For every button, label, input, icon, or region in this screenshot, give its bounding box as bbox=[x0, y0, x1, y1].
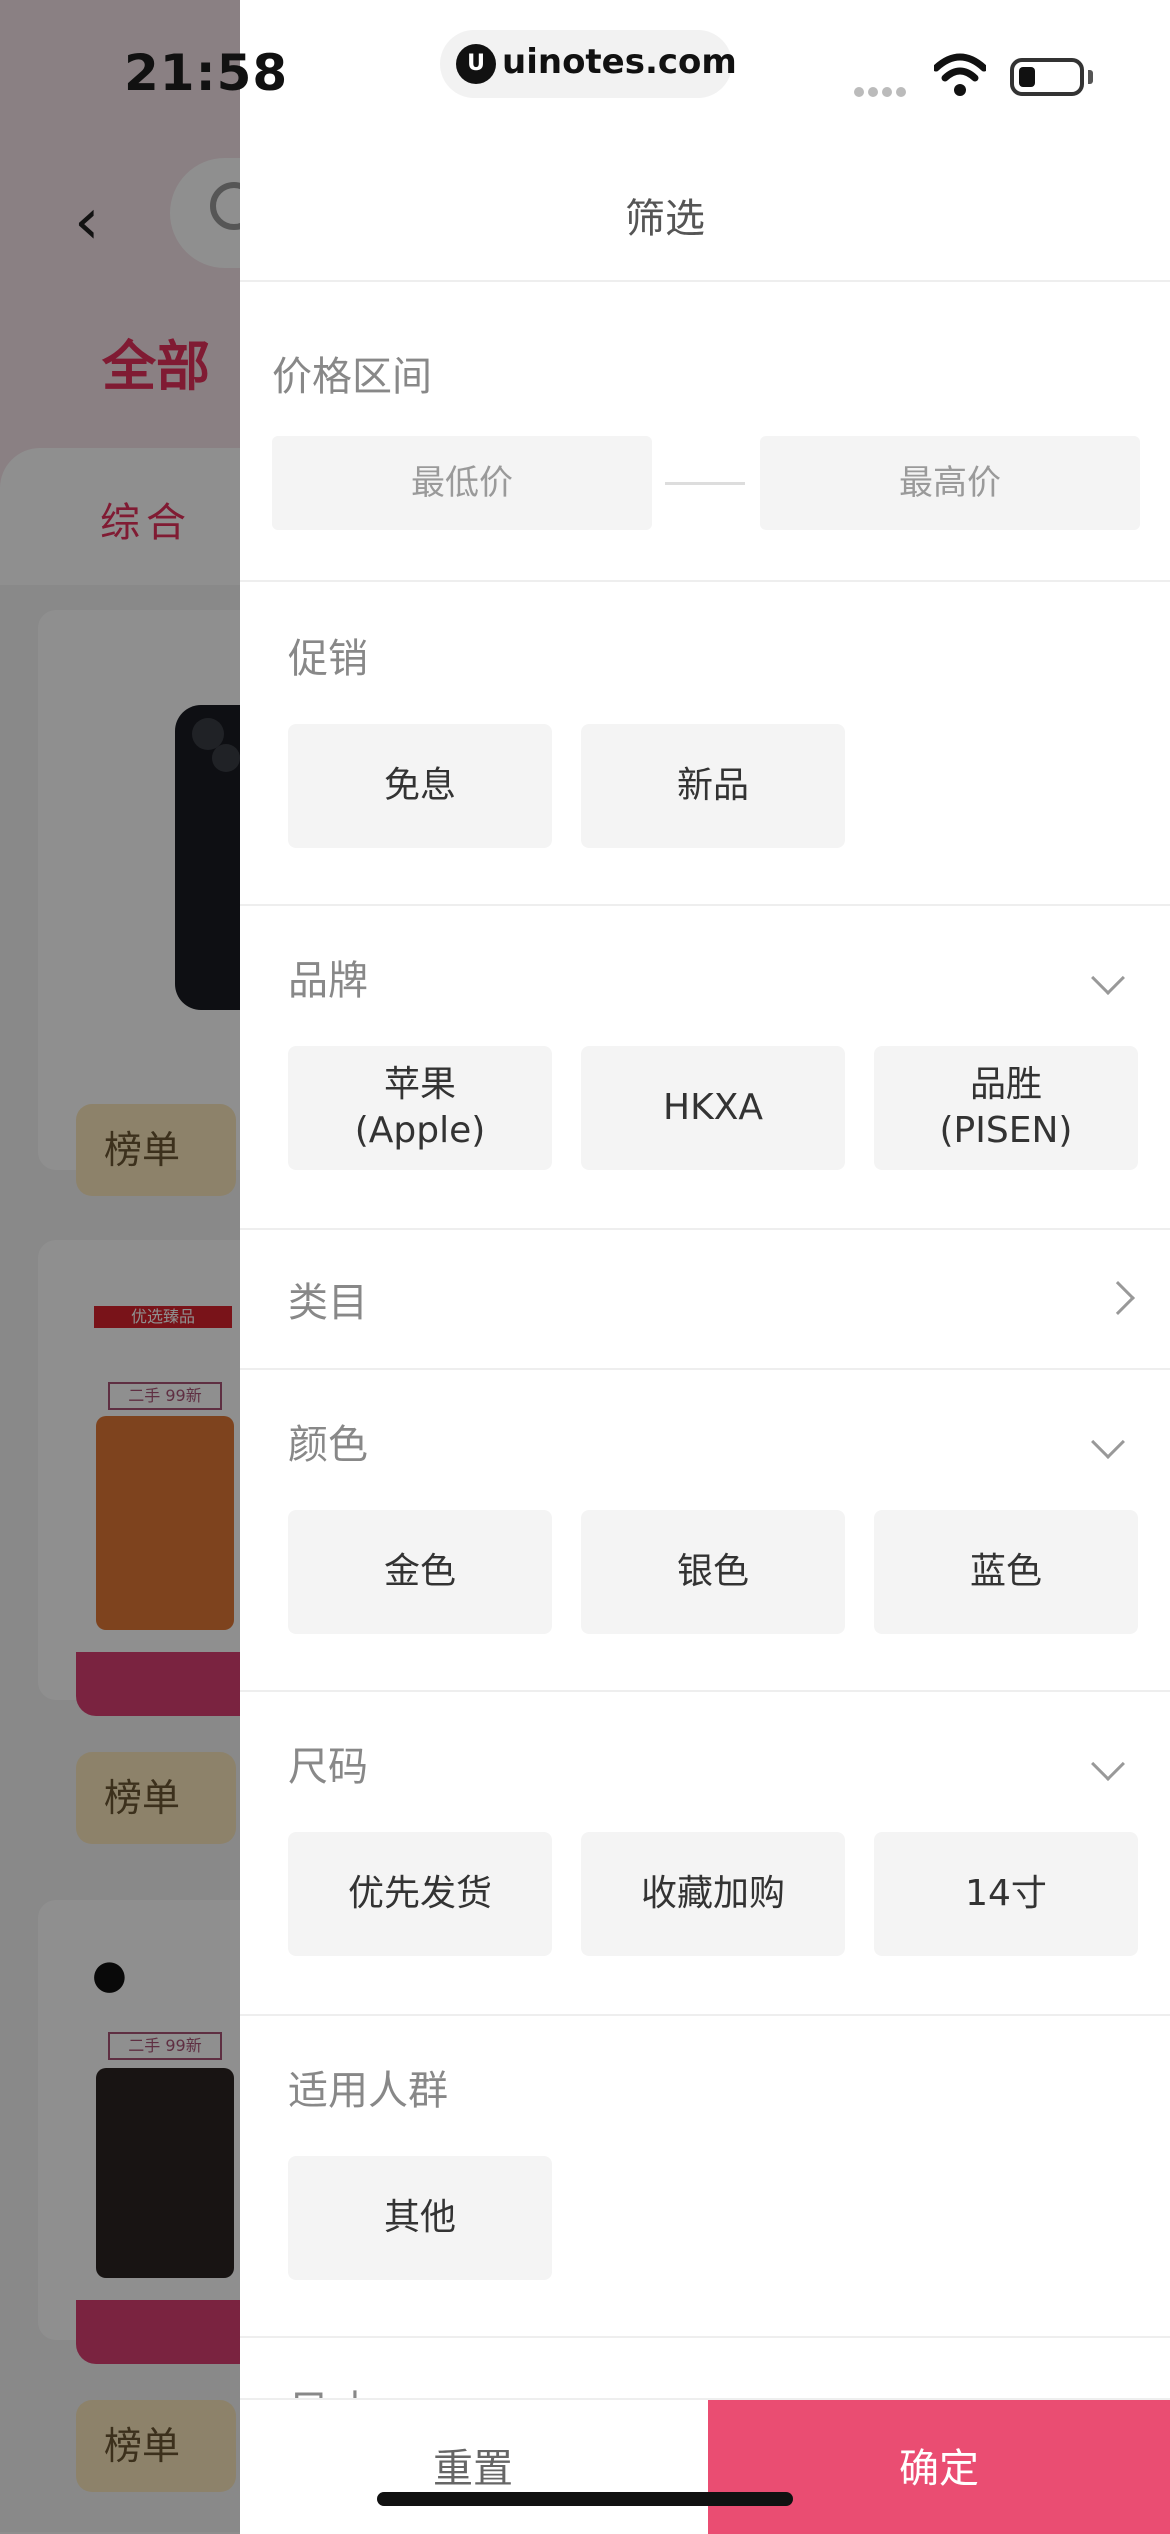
divider bbox=[240, 1228, 1170, 1230]
chip-brand-apple[interactable]: 苹果 (Apple) bbox=[288, 1046, 552, 1170]
chevron-right-icon[interactable] bbox=[1101, 1281, 1135, 1315]
divider bbox=[240, 1690, 1170, 1692]
section-title-audience: 适用人群 bbox=[288, 2068, 448, 2114]
divider bbox=[240, 2336, 1170, 2338]
drawer-title: 筛选 bbox=[625, 196, 705, 242]
chip-interest-free[interactable]: 免息 bbox=[288, 724, 552, 848]
divider bbox=[240, 2014, 1170, 2016]
chip-color-silver[interactable]: 银色 bbox=[581, 1510, 845, 1634]
chevron-down-icon[interactable] bbox=[1091, 961, 1125, 995]
section-title-category[interactable]: 类目 bbox=[288, 1270, 368, 1328]
chevron-down-icon[interactable] bbox=[1091, 1425, 1125, 1459]
status-time: 21:58 bbox=[124, 44, 289, 102]
section-title-color: 颜色 bbox=[288, 1422, 368, 1468]
chip-size-14-inch[interactable]: 14寸 bbox=[874, 1832, 1138, 1956]
divider bbox=[240, 1368, 1170, 1370]
reset-button[interactable]: 重置 bbox=[240, 2400, 706, 2534]
chip-new-product[interactable]: 新品 bbox=[581, 724, 845, 848]
battery-icon bbox=[1010, 58, 1084, 96]
chevron-down-icon[interactable] bbox=[1091, 1747, 1125, 1781]
max-price-input[interactable] bbox=[760, 436, 1140, 530]
section-title-size: 尺码 bbox=[288, 1744, 368, 1790]
divider bbox=[240, 280, 1170, 282]
url-text: uinotes.com bbox=[502, 42, 737, 82]
filter-drawer: 筛选 价格区间 促销 免息 新品 品牌 苹果 (Apple) HKXA 品胜 (… bbox=[240, 0, 1170, 2532]
site-logo-icon: U bbox=[456, 44, 496, 84]
battery-tip bbox=[1088, 70, 1093, 84]
chip-color-blue[interactable]: 蓝色 bbox=[874, 1510, 1138, 1634]
divider bbox=[240, 904, 1170, 906]
chip-size-priority-shipping[interactable]: 优先发货 bbox=[288, 1832, 552, 1956]
min-price-input[interactable] bbox=[272, 436, 652, 530]
section-title-promotion: 促销 bbox=[288, 636, 368, 682]
price-range-dash bbox=[665, 482, 745, 485]
section-title-brand: 品牌 bbox=[288, 958, 368, 1004]
url-pill: U uinotes.com bbox=[440, 30, 737, 98]
section-title-price: 价格区间 bbox=[272, 354, 432, 400]
wifi-icon bbox=[934, 53, 986, 96]
chip-color-gold[interactable]: 金色 bbox=[288, 1510, 552, 1634]
drawer-footer: 重置 确定 bbox=[240, 2398, 1170, 2534]
cellular-signal-icon bbox=[854, 82, 910, 97]
home-indicator bbox=[377, 2492, 793, 2506]
chip-size-favorite-cart[interactable]: 收藏加购 bbox=[581, 1832, 845, 1956]
chip-audience-other[interactable]: 其他 bbox=[288, 2156, 552, 2280]
confirm-button[interactable]: 确定 bbox=[708, 2400, 1170, 2534]
divider bbox=[240, 580, 1170, 582]
chip-brand-pisen[interactable]: 品胜 (PISEN) bbox=[874, 1046, 1138, 1170]
chip-brand-hkxa[interactable]: HKXA bbox=[581, 1046, 845, 1170]
